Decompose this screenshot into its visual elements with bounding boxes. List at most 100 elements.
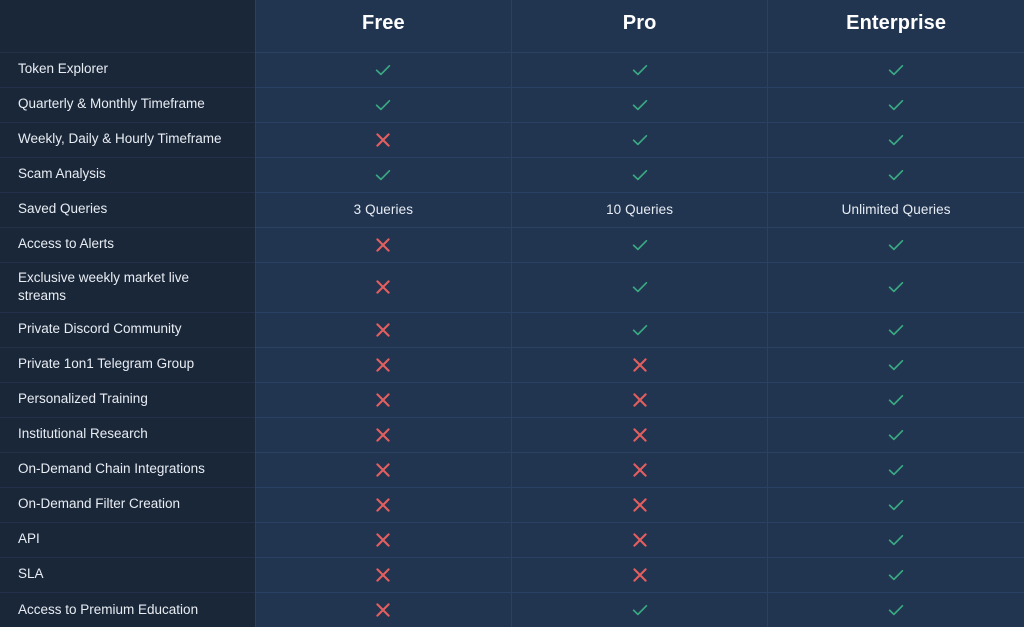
table-row: API <box>0 521 1024 557</box>
cross-icon <box>374 391 392 409</box>
check-icon <box>886 95 906 115</box>
check-icon <box>886 390 906 410</box>
cell-pro-excluded <box>510 381 768 417</box>
table-row: SLA <box>0 556 1024 592</box>
cross-icon <box>374 496 392 514</box>
check-icon <box>373 60 393 80</box>
plan-header-free: Free <box>254 0 512 52</box>
cross-icon <box>374 236 392 254</box>
cell-enterprise-included <box>767 346 1024 382</box>
check-icon <box>886 320 906 340</box>
cross-icon <box>374 566 392 584</box>
check-icon <box>886 355 906 375</box>
check-icon <box>373 165 393 185</box>
check-icon <box>630 95 650 115</box>
cell-pro-excluded <box>510 521 768 557</box>
cell-pro-included <box>510 226 768 262</box>
check-icon <box>630 235 650 255</box>
cell-free-excluded <box>254 591 512 627</box>
check-icon <box>886 130 906 150</box>
cell-value-text: 10 Queries <box>606 202 674 218</box>
table-row: Saved Queries 3 Queries 10 Queries Unlimite… <box>0 191 1024 227</box>
check-icon <box>886 460 906 480</box>
cell-pro-included <box>510 51 768 87</box>
cell-pro-included <box>510 591 768 627</box>
cross-icon <box>374 131 392 149</box>
check-icon <box>630 320 650 340</box>
feature-label: Saved Queries <box>0 191 256 227</box>
cell-pro-excluded <box>510 556 768 592</box>
cell-pro-included <box>510 121 768 157</box>
cell-pro-excluded <box>510 346 768 382</box>
check-icon <box>630 277 650 297</box>
check-icon <box>886 235 906 255</box>
cross-icon <box>374 426 392 444</box>
header-row: Free Pro Enterprise <box>0 0 1024 52</box>
cross-icon <box>374 356 392 374</box>
check-icon <box>373 95 393 115</box>
feature-label: Token Explorer <box>0 51 256 87</box>
cell-free-included <box>254 51 512 87</box>
cell-free-excluded <box>254 381 512 417</box>
feature-label: Institutional Research <box>0 416 256 452</box>
cell-enterprise-included <box>767 556 1024 592</box>
check-icon <box>886 600 906 620</box>
feature-label: Exclusive weekly market live streams <box>0 261 256 312</box>
check-icon <box>886 277 906 297</box>
table-row: Access to Premium Education <box>0 591 1024 627</box>
check-icon <box>886 60 906 80</box>
table-row: Institutional Research <box>0 416 1024 452</box>
cell-pro-excluded <box>510 486 768 522</box>
plan-header-enterprise: Enterprise <box>767 0 1024 52</box>
table-row: Exclusive weekly market live streams <box>0 261 1024 312</box>
cell-value-text: 3 Queries <box>353 202 414 218</box>
cell-free-excluded <box>254 346 512 382</box>
cell-enterprise-included <box>767 121 1024 157</box>
cell-free-value: 3 Queries <box>254 191 512 227</box>
table-row: Private Discord Community <box>0 311 1024 347</box>
cell-enterprise-included <box>767 416 1024 452</box>
table-row: On-Demand Chain Integrations <box>0 451 1024 487</box>
feature-label: Access to Premium Education <box>0 591 256 627</box>
cross-icon <box>374 601 392 619</box>
cell-free-excluded <box>254 521 512 557</box>
cell-enterprise-included <box>767 591 1024 627</box>
feature-label: Quarterly & Monthly Timeframe <box>0 86 256 122</box>
check-icon <box>886 495 906 515</box>
cross-icon <box>631 461 649 479</box>
cell-enterprise-value: Unlimited Queries <box>767 191 1024 227</box>
table-row: Access to Alerts <box>0 226 1024 262</box>
cell-pro-value: 10 Queries <box>510 191 768 227</box>
table-header: Free Pro Enterprise <box>0 0 1024 52</box>
check-icon <box>630 60 650 80</box>
cell-pro-included <box>510 261 768 312</box>
cross-icon <box>631 391 649 409</box>
cell-enterprise-included <box>767 311 1024 347</box>
feature-label: SLA <box>0 556 256 592</box>
cell-enterprise-included <box>767 486 1024 522</box>
cell-enterprise-included <box>767 86 1024 122</box>
cross-icon <box>374 461 392 479</box>
cell-free-excluded <box>254 121 512 157</box>
feature-label: Private 1on1 Telegram Group <box>0 346 256 382</box>
cell-enterprise-included <box>767 156 1024 192</box>
feature-label: On-Demand Chain Integrations <box>0 451 256 487</box>
table-body: Token Explorer Quarterly & Monthly Timefr… <box>0 51 1024 627</box>
feature-label: Weekly, Daily & Hourly Timeframe <box>0 121 256 157</box>
cell-free-excluded <box>254 416 512 452</box>
cell-free-excluded <box>254 226 512 262</box>
check-icon <box>630 165 650 185</box>
cell-pro-excluded <box>510 451 768 487</box>
table-row: Quarterly & Monthly Timeframe <box>0 86 1024 122</box>
feature-label: Access to Alerts <box>0 226 256 262</box>
table-row: Weekly, Daily & Hourly Timeframe <box>0 121 1024 157</box>
table-row: Scam Analysis <box>0 156 1024 192</box>
cell-free-included <box>254 86 512 122</box>
pricing-comparison-table: Free Pro Enterprise Token Explorer Quarte… <box>0 0 1024 627</box>
feature-label: Personalized Training <box>0 381 256 417</box>
cross-icon <box>374 531 392 549</box>
check-icon <box>886 565 906 585</box>
cell-free-included <box>254 156 512 192</box>
check-icon <box>630 600 650 620</box>
cell-free-excluded <box>254 556 512 592</box>
